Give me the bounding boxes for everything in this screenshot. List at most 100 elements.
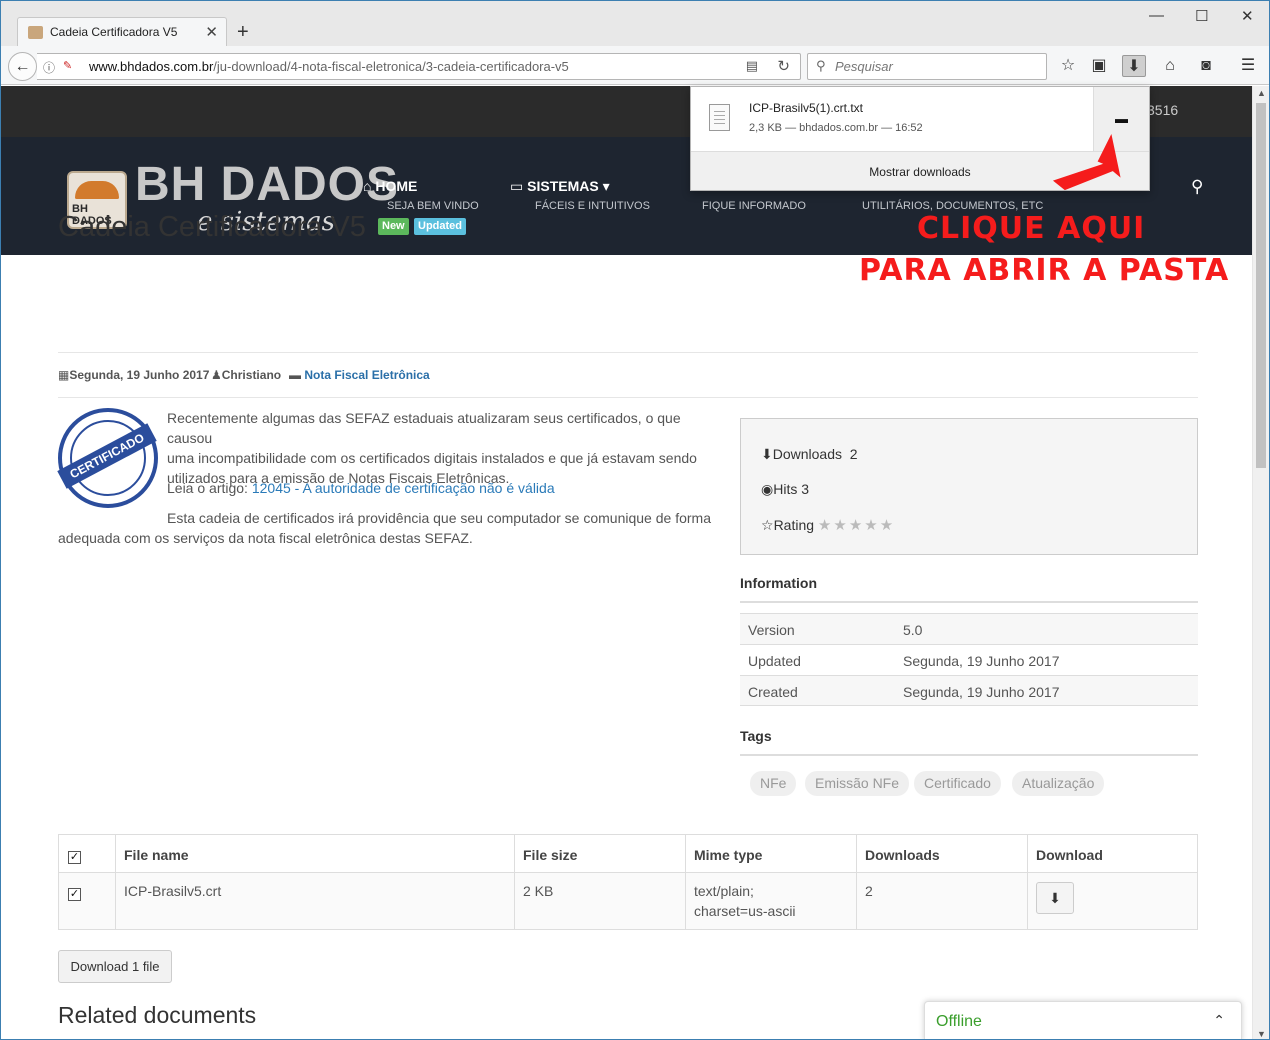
info-row-updated: Updated Segunda, 19 Junho 2017 (740, 644, 1198, 675)
close-window-icon[interactable]: ✕ (1241, 7, 1254, 25)
info-row-version: Version 5.0 (740, 613, 1198, 644)
tag-emissao-nfe[interactable]: Emissão NFe (805, 771, 910, 796)
article-link[interactable]: 12045 - A autoridade de certificação não… (252, 480, 555, 496)
chevron-up-icon[interactable]: ⌃ (1213, 1012, 1225, 1029)
favicon-icon (28, 26, 43, 39)
tag-nfe[interactable]: NFe (750, 771, 797, 796)
divider (740, 601, 1198, 603)
certificado-seal: CERTIFICADO (57, 408, 158, 508)
tag-atualizacao[interactable]: Atualização (1012, 771, 1105, 796)
stats-box: ⬇Downloads 2 ◉Hits 3 ☆Rating ★★★★★ (740, 418, 1198, 555)
scroll-thumb[interactable] (1256, 103, 1266, 468)
tab-cadeia-certificadora[interactable]: Cadeia Certificadora V5 ✕ (17, 17, 227, 47)
updated-badge: Updated (414, 218, 466, 235)
back-arrow-icon[interactable]: ← (8, 52, 37, 81)
information-heading: Information (740, 575, 817, 591)
file-name-link[interactable]: ICP-Brasilv5.crt (124, 881, 221, 901)
rating-stars[interactable]: ★★★★★ (818, 517, 895, 534)
logo-title[interactable]: BH DADOS (135, 157, 399, 212)
col-file-name: File name (124, 847, 189, 863)
document-icon (709, 104, 730, 131)
close-icon[interactable]: ✕ (205, 23, 218, 41)
menu-home-sub: SEJA BEM VINDO (387, 200, 479, 212)
download-details: 2,3 KB — bhdados.com.br — 16:52 (749, 122, 923, 134)
col-download: Download (1036, 847, 1103, 863)
hits-stat: ◉Hits 3 (761, 481, 810, 497)
minimize-icon[interactable]: — (1149, 7, 1164, 24)
divider (58, 397, 1198, 398)
browser-window: Cadeia Certificadora V5 ✕ + — ☐ ✕ ← ⓘ ✎ … (0, 0, 1270, 1040)
meta-category[interactable]: ▬ Nota Fiscal Eletrônica (289, 368, 430, 382)
search-icon[interactable]: ⚲ (1191, 177, 1203, 197)
caret-down-icon: ▾ (598, 178, 610, 194)
search-placeholder: Pesquisar (835, 59, 893, 74)
user-icon: ♟ (211, 368, 222, 382)
insecure-lock-icon[interactable]: ✎ (63, 59, 72, 72)
chat-status: Offline (936, 1013, 982, 1030)
tab-title: Cadeia Certificadora V5 (50, 25, 178, 39)
related-heading: Related documents (58, 1002, 257, 1028)
tags-heading: Tags (740, 728, 772, 744)
red-arrow-annotation (1052, 133, 1121, 191)
reader-view-icon[interactable]: ▤ (746, 58, 758, 74)
col-file-size: File size (523, 847, 578, 863)
menu-sistemas-sub: FÁCEIS E INTUITIVOS (535, 200, 650, 212)
tab-bar: Cadeia Certificadora V5 ✕ + — ☐ ✕ (1, 1, 1269, 47)
menu-noticias-sub[interactable]: FIQUE INFORMADO (702, 200, 806, 212)
callout-line1: CLIQUE AQUI (917, 211, 1146, 246)
folder-icon: ▬ (289, 368, 305, 382)
reload-icon[interactable]: ↻ (777, 57, 790, 75)
info-icon[interactable]: ⓘ (43, 59, 55, 76)
menu-home[interactable]: ⌂ HOME (363, 178, 417, 194)
file-row-checkbox[interactable]: ✓ (68, 888, 81, 901)
eye-icon: ◉ (761, 481, 774, 497)
info-row-created: Created Segunda, 19 Junho 2017 (740, 675, 1198, 706)
scroll-down-icon[interactable]: ▼ (1257, 1029, 1266, 1039)
col-downloads: Downloads (865, 847, 940, 863)
body-paragraph: Esta cadeia de certificados irá providên… (58, 510, 711, 546)
files-table: ✓ File name File size Mime type Download… (58, 834, 1198, 930)
maximize-icon[interactable]: ☐ (1195, 7, 1208, 25)
new-tab-icon[interactable]: + (237, 21, 249, 44)
home-icon: ⌂ (363, 178, 376, 194)
menu-sistemas[interactable]: ▭ SISTEMAS ▾ (510, 178, 610, 195)
pocket-icon[interactable]: ◙ (1194, 55, 1218, 77)
callout-line2: PARA ABRIR A PASTA (859, 253, 1230, 288)
url-bar[interactable]: ⓘ ✎ www.bhdados.com.br/ju-download/4-not… (37, 53, 801, 80)
laptop-icon: ▭ (510, 178, 528, 194)
wing-icon (75, 181, 119, 199)
file-size: 2 KB (523, 883, 554, 899)
meta-author: ♟Christiano (211, 368, 282, 382)
select-all-checkbox[interactable]: ✓ (68, 851, 81, 864)
chat-widget[interactable]: Offline ⌃ (924, 1001, 1242, 1039)
intro-paragraph: Recentemente algumas das SEFAZ estaduais… (167, 410, 697, 486)
star-half-icon: ☆ (761, 517, 774, 533)
library-icon[interactable]: ▣ (1087, 55, 1111, 77)
col-mime-type: Mime type (694, 847, 763, 863)
scroll-up-icon[interactable]: ▲ (1257, 88, 1266, 98)
download-file-name[interactable]: ICP-Brasilv5(1).crt.txt (749, 101, 863, 115)
hamburger-menu-icon[interactable]: ☰ (1236, 55, 1260, 77)
tag-certificado[interactable]: Certificado (914, 771, 1001, 796)
download-icon: ⬇ (1049, 890, 1061, 906)
home-icon[interactable]: ⌂ (1158, 55, 1182, 77)
read-article: Leia o artigo: 12045 - A autoridade de c… (167, 480, 555, 496)
calendar-icon: ▦ (58, 368, 70, 382)
page-scrollbar[interactable]: ▲ ▼ (1252, 86, 1269, 1039)
rating-stat: ☆Rating ★★★★★ (761, 517, 896, 534)
download-all-button[interactable]: Download 1 file (58, 950, 172, 983)
folder-icon: ▬ (1115, 111, 1128, 126)
phone-number: 3516 (1147, 102, 1179, 118)
search-bar[interactable]: ⚲ Pesquisar (807, 53, 1047, 80)
download-icon: ⬇ (761, 446, 773, 462)
new-badge: New (378, 218, 409, 235)
mime-type: text/plain; charset=us-ascii (694, 883, 796, 919)
page-title: Cadeia Certificadora V5 (58, 211, 366, 243)
meta-date: ▦Segunda, 19 Junho 2017 (58, 368, 210, 382)
url-text[interactable]: www.bhdados.com.br/ju-download/4-nota-fi… (89, 59, 569, 74)
bookmark-star-icon[interactable]: ☆ (1056, 55, 1080, 77)
downloads-arrow-icon[interactable]: ⬇ (1122, 55, 1146, 77)
file-downloads: 2 (865, 883, 873, 899)
search-icon: ⚲ (816, 58, 826, 73)
download-file-button[interactable]: ⬇ (1036, 882, 1074, 914)
